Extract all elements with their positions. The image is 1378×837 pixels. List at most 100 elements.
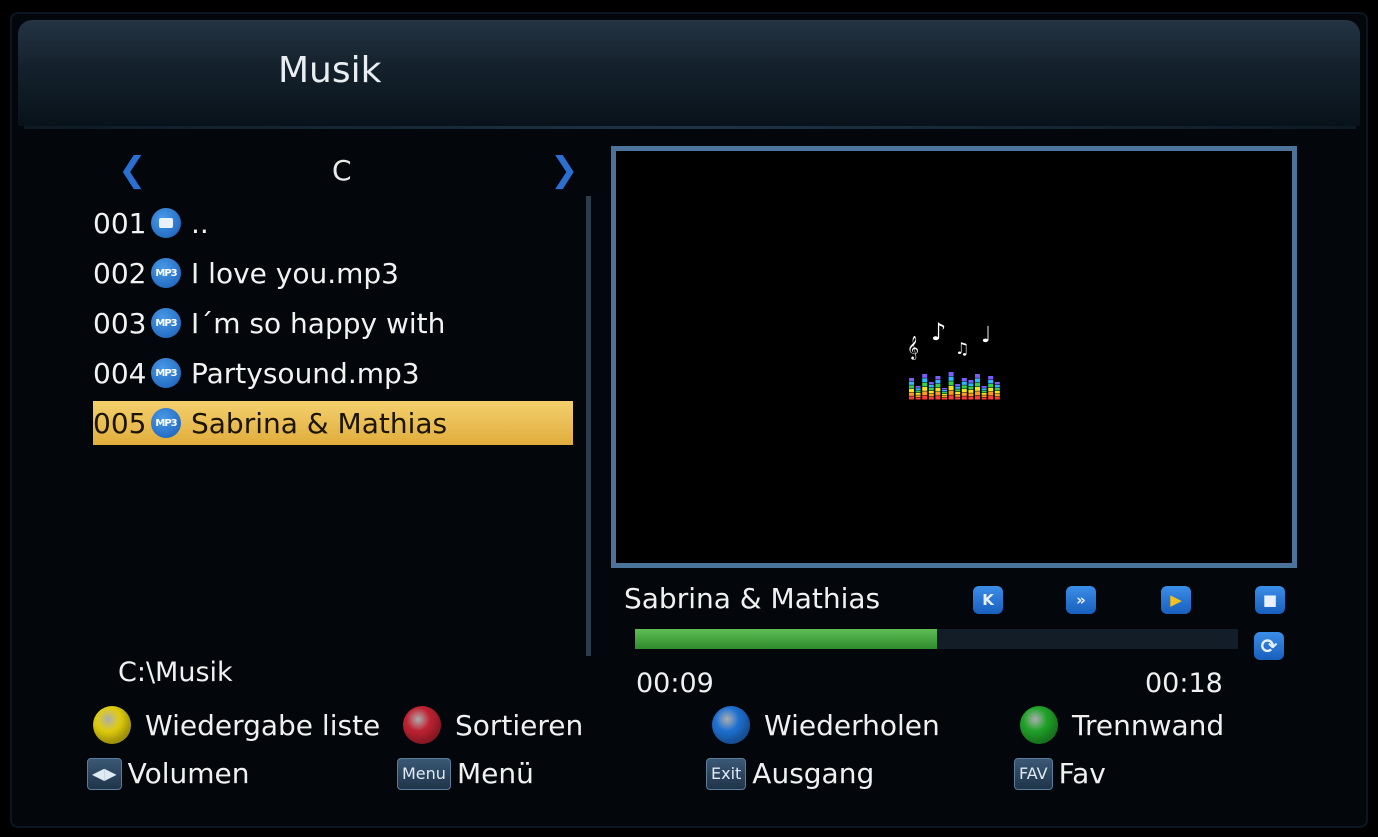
file-name: I love you.mp3 bbox=[191, 256, 399, 290]
equalizer-bar bbox=[922, 391, 928, 396]
list-item[interactable]: 004 MP3 Partysound.mp3 bbox=[93, 348, 573, 398]
equalizer-bar bbox=[909, 378, 914, 382]
equalizer-bar bbox=[961, 385, 967, 389]
equalizer-bar bbox=[942, 390, 947, 392]
file-number: 005 bbox=[93, 406, 147, 440]
equalizer-bar bbox=[968, 396, 974, 400]
equalizer-bar bbox=[955, 392, 961, 395]
legend-repeat[interactable]: Wiederholen bbox=[712, 706, 940, 744]
legend-exit-label: Ausgang bbox=[752, 757, 875, 790]
svg-text:♪: ♪ bbox=[931, 318, 946, 346]
equalizer-bar bbox=[942, 398, 947, 400]
equalizer-bar bbox=[994, 388, 1000, 391]
file-number: 001 bbox=[93, 206, 147, 240]
equalizer-bar bbox=[909, 381, 914, 385]
legend-fav-label: Fav bbox=[1058, 757, 1106, 790]
current-path: C:\Musik bbox=[118, 657, 233, 688]
file-list: 001.. 002 MP3 I love you.mp3 003 MP3 I´m so ha… bbox=[93, 198, 573, 445]
equalizer-bar bbox=[975, 378, 980, 383]
file-name: Partysound.mp3 bbox=[191, 356, 420, 390]
mp3-file-icon: MP3 bbox=[151, 308, 181, 338]
legend-exit[interactable]: Exit Ausgang bbox=[706, 757, 874, 790]
list-item[interactable]: 005 MP3 Sabrina & Mathias bbox=[93, 401, 573, 445]
file-name: .. bbox=[191, 206, 209, 240]
equalizer-bar bbox=[961, 392, 967, 396]
play-button[interactable]: ▶ bbox=[1161, 586, 1191, 614]
equalizer-bar bbox=[909, 396, 914, 400]
list-item[interactable]: 001.. bbox=[93, 198, 573, 248]
equalizer-bar bbox=[942, 394, 947, 396]
equalizer-bar bbox=[975, 391, 980, 396]
equalizer-bar bbox=[928, 391, 934, 394]
equalizer-bar bbox=[968, 390, 974, 393]
equalizer-bar bbox=[975, 387, 980, 391]
equalizer-bar bbox=[955, 384, 961, 387]
music-visualizer-icon: 𝄞 ♪ ♫ ♩ bbox=[907, 318, 1000, 400]
legend-fav[interactable]: FAV Fav bbox=[1014, 757, 1106, 790]
equalizer-bar bbox=[922, 374, 928, 378]
yellow-button-icon bbox=[93, 706, 131, 744]
legend-volume-label: Volumen bbox=[127, 757, 250, 790]
legend-volume[interactable]: ◀▶ Volumen bbox=[87, 757, 250, 790]
red-button-icon bbox=[403, 706, 441, 744]
equalizer-bar bbox=[968, 393, 974, 397]
equalizer-bar bbox=[948, 376, 954, 381]
file-number: 003 bbox=[93, 306, 147, 340]
repeat-button[interactable]: ⟳ bbox=[1254, 632, 1284, 660]
track-title: Sabrina & Mathias bbox=[624, 582, 881, 615]
equalizer-bar bbox=[955, 394, 961, 397]
equalizer-bar bbox=[975, 395, 980, 400]
skip-previous-button[interactable]: K bbox=[973, 586, 1003, 614]
equalizer-bar bbox=[955, 397, 961, 400]
stop-button[interactable]: ■ bbox=[1255, 586, 1285, 614]
list-item[interactable]: 003 MP3 I´m so happy with bbox=[93, 298, 573, 348]
legend-playlist-label: Wiedergabe liste bbox=[145, 708, 381, 742]
list-item[interactable]: 002 MP3 I love you.mp3 bbox=[93, 248, 573, 298]
skip-next-button[interactable]: » bbox=[1066, 586, 1096, 614]
progress-fill bbox=[635, 629, 937, 649]
green-button-icon bbox=[1020, 706, 1058, 744]
equalizer-bar bbox=[922, 382, 928, 387]
total-time: 00:18 bbox=[1145, 668, 1223, 699]
left-right-arrows-icon: ◀▶ bbox=[87, 757, 122, 790]
file-name: Sabrina & Mathias bbox=[191, 406, 448, 440]
equalizer-bar bbox=[968, 383, 974, 387]
equalizer-bar bbox=[915, 388, 921, 391]
equalizer-bar bbox=[915, 393, 921, 395]
equalizer-bar bbox=[981, 386, 987, 388]
equalizer-bar bbox=[994, 391, 1000, 394]
equalizer-bar bbox=[988, 392, 994, 396]
equalizer-bar bbox=[994, 394, 1000, 397]
list-divider bbox=[586, 196, 591, 656]
equalizer-bar bbox=[994, 382, 1000, 385]
legend-playlist[interactable]: Wiedergabe liste bbox=[93, 706, 380, 744]
equalizer-bar bbox=[915, 395, 921, 398]
equalizer-bar bbox=[988, 388, 994, 392]
folder-icon bbox=[151, 208, 181, 238]
mp3-file-icon: MP3 bbox=[151, 408, 181, 438]
equalizer-bar bbox=[948, 395, 954, 400]
equalizer-bar bbox=[975, 382, 980, 387]
blue-button-icon bbox=[712, 706, 750, 744]
equalizer-bar bbox=[909, 392, 914, 396]
equalizer-bar bbox=[955, 389, 961, 392]
equalizer-bar bbox=[948, 386, 954, 391]
equalizer-bar bbox=[935, 384, 941, 388]
equalizer-bar bbox=[935, 392, 941, 396]
menu-key-icon: Menu bbox=[397, 757, 451, 790]
legend-divider[interactable]: Trennwand bbox=[1020, 706, 1224, 744]
equalizer-bar bbox=[968, 380, 974, 383]
equalizer-bar bbox=[922, 378, 928, 383]
legend-menu[interactable]: Menu Menü bbox=[397, 757, 534, 790]
legend-sort[interactable]: Sortieren bbox=[403, 706, 583, 744]
equalizer-bar bbox=[968, 386, 974, 390]
equalizer-bar bbox=[928, 388, 934, 391]
drive-label: C bbox=[332, 154, 352, 187]
chevron-right-icon[interactable]: ❯ bbox=[550, 152, 579, 188]
header-divider bbox=[24, 126, 1356, 129]
progress-bar bbox=[635, 629, 1238, 649]
equalizer-bar bbox=[915, 397, 921, 400]
equalizer-bar bbox=[981, 395, 987, 398]
chevron-left-icon[interactable]: ❮ bbox=[118, 152, 147, 188]
equalizer-bar bbox=[961, 389, 967, 393]
